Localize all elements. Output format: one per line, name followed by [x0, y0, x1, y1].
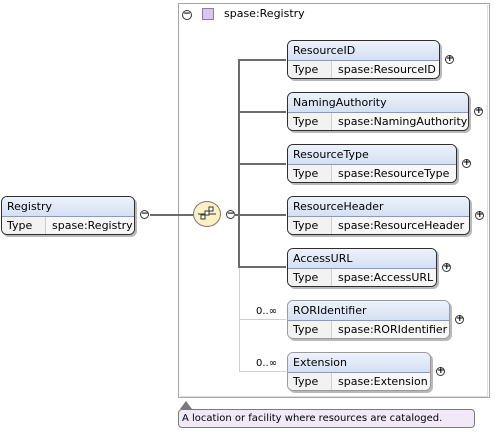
- expand-icon[interactable]: +: [474, 107, 483, 116]
- expand-icon[interactable]: +: [455, 315, 464, 324]
- occurrence-label: 0..∞: [256, 306, 278, 317]
- complex-type-icon: [202, 8, 214, 20]
- type-value: spase:NamingAuthority: [332, 113, 468, 130]
- annotation-pointer: [180, 401, 192, 409]
- root-element-registry[interactable]: Registry Type spase:Registry: [1, 196, 135, 235]
- branch-extension: [239, 371, 286, 372]
- type-key: Type: [288, 61, 332, 78]
- occurrence-label: 0..∞: [256, 358, 278, 369]
- branch-accessurl: [238, 266, 286, 268]
- type-key: Type: [288, 269, 332, 286]
- element-resourceheader[interactable]: ResourceHeader Type spase:ResourceHeader: [287, 196, 470, 235]
- branch-namingauthority: [238, 111, 286, 113]
- type-value: spase:ResourceType: [332, 165, 456, 182]
- type-value: spase:ResourceID: [332, 61, 439, 78]
- expand-icon[interactable]: +: [442, 263, 451, 272]
- root-type-key: Type: [2, 217, 46, 234]
- group-title: spase:Registry: [224, 7, 305, 20]
- element-accessurl[interactable]: AccessURL Type spase:AccessURL: [287, 248, 437, 287]
- sequence-compositor-icon[interactable]: [193, 201, 221, 227]
- element-name: ResourceID: [288, 41, 439, 61]
- root-connector: [150, 214, 195, 216]
- element-name: NamingAuthority: [288, 93, 468, 113]
- element-extension[interactable]: Extension Type spase:Extension: [287, 352, 431, 391]
- element-name: Extension: [288, 353, 430, 373]
- type-key: Type: [288, 165, 332, 182]
- type-key: Type: [288, 321, 332, 338]
- root-type-value: spase:Registry: [46, 217, 134, 234]
- type-value: spase:AccessURL: [332, 269, 436, 286]
- group-collapse-icon[interactable]: −: [182, 10, 192, 20]
- expand-icon[interactable]: +: [445, 55, 454, 64]
- annotation-callout: A location or facility where resources a…: [178, 409, 475, 428]
- branch-resourcetype: [238, 163, 286, 165]
- expand-icon[interactable]: +: [475, 211, 484, 220]
- element-name: ResourceType: [288, 145, 456, 165]
- type-key: Type: [288, 373, 332, 390]
- root-collapse-icon[interactable]: −: [140, 210, 149, 219]
- element-resourcetype[interactable]: ResourceType Type spase:ResourceType: [287, 144, 457, 183]
- branch-roridentifier: [239, 319, 286, 320]
- type-value: spase:ResourceHeader: [332, 217, 469, 234]
- element-name: AccessURL: [288, 249, 436, 269]
- element-namingauthority[interactable]: NamingAuthority Type spase:NamingAuthorit…: [287, 92, 469, 131]
- type-value: spase:RORIdentifier: [332, 321, 449, 338]
- element-name: RORIdentifier: [288, 301, 449, 321]
- element-resourceid[interactable]: ResourceID Type spase:ResourceID: [287, 40, 440, 79]
- branch-resourceid: [238, 59, 286, 61]
- expand-icon[interactable]: +: [436, 367, 445, 376]
- branch-resourceheader: [238, 214, 286, 216]
- element-name: ResourceHeader: [288, 197, 469, 217]
- element-roridentifier[interactable]: RORIdentifier Type spase:RORIdentifier: [287, 300, 450, 339]
- type-key: Type: [288, 113, 332, 130]
- expand-icon[interactable]: +: [462, 159, 471, 168]
- root-element-name: Registry: [2, 197, 134, 217]
- type-key: Type: [288, 217, 332, 234]
- type-value: spase:Extension: [332, 373, 430, 390]
